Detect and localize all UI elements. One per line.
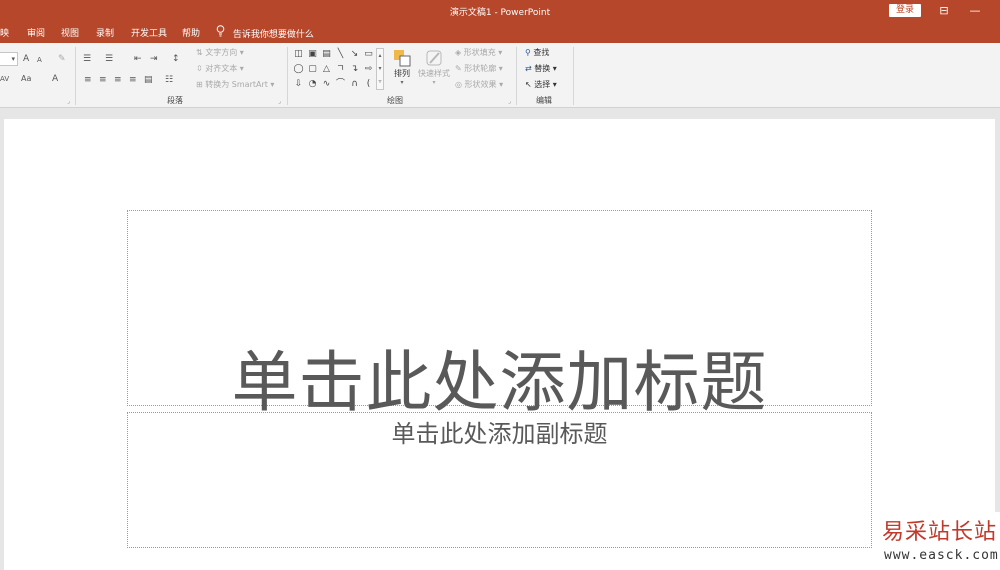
align-right-icon[interactable]: ≡ xyxy=(114,74,122,86)
replace-button[interactable]: ⇄ 替换 ▾ xyxy=(525,63,557,75)
shape-oval-icon[interactable]: ◯ xyxy=(292,63,305,75)
shape-brace-icon[interactable]: ( xyxy=(362,78,375,90)
group-separator xyxy=(573,47,574,105)
arrange-button[interactable]: 排列 ▾ xyxy=(391,48,413,86)
tell-me-label: 告诉我你想要做什么 xyxy=(232,30,314,40)
change-case-icon[interactable]: Aa xyxy=(21,73,31,85)
clear-format-icon[interactable]: ✎ xyxy=(58,53,66,65)
shape-vertical-textbox-icon[interactable]: ▣ xyxy=(306,48,319,60)
shape-arrow-line-icon[interactable]: ↘ xyxy=(348,48,361,60)
gallery-more-icon[interactable]: ▿ xyxy=(377,75,383,88)
numbering-icon[interactable]: ☰ xyxy=(105,53,113,65)
shape-outline-button[interactable]: ✎ 形状轮廓 ▾ xyxy=(455,63,503,75)
text-direction-button[interactable]: ⇅ 文字方向 ▾ xyxy=(196,47,244,59)
search-icon: ⚲ xyxy=(525,48,531,57)
tab-developer[interactable]: 开发工具 xyxy=(131,26,167,39)
shape-rounded-rect-icon[interactable]: ▢ xyxy=(306,63,319,75)
line-spacing-icon[interactable]: ↕ xyxy=(172,53,180,65)
tab-slideshow[interactable]: 映 xyxy=(0,26,9,39)
find-button[interactable]: ⚲ 查找 xyxy=(525,47,549,59)
slide[interactable]: 单击此处添加标题 单击此处添加副标题 xyxy=(4,119,995,570)
shape-rectangle-icon[interactable]: ▭ xyxy=(362,48,375,60)
lightbulb-icon xyxy=(216,25,230,40)
replace-icon: ⇄ xyxy=(525,64,532,73)
shape-textbox2-icon[interactable]: ▤ xyxy=(320,48,333,60)
increase-indent-icon[interactable]: ⇥ xyxy=(150,53,158,65)
text-direction-icon: ⇅ xyxy=(196,48,203,57)
shape-callout-icon[interactable]: ◔ xyxy=(306,78,319,90)
gallery-up-icon[interactable]: ▴ xyxy=(377,49,383,62)
shape-textbox-icon[interactable]: ◫ xyxy=(292,48,305,60)
shape-gallery-scroll[interactable]: ▴ ▾ ▿ xyxy=(376,48,384,90)
align-left-icon[interactable]: ≡ xyxy=(84,74,92,86)
paragraph-group-label: 段落 xyxy=(167,96,183,105)
watermark-url: www.easck.com xyxy=(884,548,999,563)
drawing-group-label: 绘图 xyxy=(387,96,403,105)
justify-icon[interactable]: ≡ xyxy=(129,74,137,86)
shrink-font-icon[interactable]: A xyxy=(37,54,42,66)
font-size-box[interactable]: ▾ xyxy=(0,52,18,66)
gallery-down-icon[interactable]: ▾ xyxy=(377,62,383,75)
title-placeholder-text: 单击此处添加标题 xyxy=(231,344,768,421)
group-separator xyxy=(287,47,288,105)
drawing-dialog-launcher-icon[interactable]: ⌟ xyxy=(508,98,511,105)
pen-icon: ✎ xyxy=(455,64,462,73)
group-separator xyxy=(75,47,76,105)
paint-bucket-icon: ◈ xyxy=(455,48,462,57)
shape-effects-button[interactable]: ◎ 形状效果 ▾ xyxy=(455,79,503,91)
quick-styles-button[interactable]: 快速样式 ▾ xyxy=(416,48,452,86)
convert-smartart-button[interactable]: ⊞ 转换为 SmartArt ▾ xyxy=(196,79,274,91)
login-button[interactable]: 登录 xyxy=(889,4,921,17)
shape-elbow-connector-icon[interactable]: ㄱ xyxy=(334,63,347,75)
tab-help[interactable]: 帮助 xyxy=(182,26,200,39)
shape-down-arrow-icon[interactable]: ⇩ xyxy=(292,78,305,90)
bullets-icon[interactable]: ☰ xyxy=(83,53,91,65)
cursor-icon: ↖ xyxy=(525,80,532,89)
ribbon-tabs: 映 审阅 视图 录制 开发工具 帮助 告诉我你想要做什么 xyxy=(0,22,1000,43)
select-button[interactable]: ↖ 选择 ▾ xyxy=(525,79,557,91)
subtitle-placeholder-text: 单击此处添加副标题 xyxy=(391,420,608,448)
shape-line-icon[interactable]: ╲ xyxy=(334,48,347,60)
title-bar: 演示文稿1 - PowerPoint 登录 ⊟ — xyxy=(0,0,1000,22)
columns-icon[interactable]: ☷ xyxy=(165,74,173,86)
font-dialog-launcher-icon[interactable]: ⌟ xyxy=(67,98,70,105)
align-text-button[interactable]: ⇳ 对齐文本 ▾ xyxy=(196,63,244,75)
title-placeholder[interactable]: 单击此处添加标题 xyxy=(127,210,872,421)
subtitle-placeholder[interactable]: 单击此处添加副标题 xyxy=(127,412,872,548)
watermark-name: 易采站长站 xyxy=(882,520,998,545)
shape-curve-icon[interactable]: ∩ xyxy=(348,78,361,90)
editing-group-label: 编辑 xyxy=(536,96,552,105)
char-spacing-icon[interactable]: AV xyxy=(0,73,9,85)
group-separator xyxy=(516,47,517,105)
tell-me-search[interactable]: 告诉我你想要做什么 xyxy=(216,25,314,40)
grow-font-icon[interactable]: A xyxy=(23,53,29,65)
minimize-button[interactable]: — xyxy=(964,3,986,19)
smartart-icon: ⊞ xyxy=(196,80,203,89)
shape-triangle-icon[interactable]: △ xyxy=(320,63,333,75)
site-watermark: 易采站长站 www.easck.com xyxy=(878,512,1000,570)
shape-elbow-arrow-icon[interactable]: ↴ xyxy=(348,63,361,75)
effects-icon: ◎ xyxy=(455,80,462,89)
ribbon-display-options-icon[interactable]: ⊟ xyxy=(933,3,955,19)
align-center-icon[interactable]: ≡ xyxy=(99,74,107,86)
ribbon: ▾ A A ✎ AV Aa A ⌟ ☰ ☰ ⇤ ⇥ ↕ ≡ ≡ ≡ ≡ ▤ ☷ … xyxy=(0,43,1000,108)
distributed-icon[interactable]: ▤ xyxy=(144,74,153,86)
tab-view[interactable]: 视图 xyxy=(61,26,79,39)
arrange-icon xyxy=(391,48,413,70)
shape-fill-button[interactable]: ◈ 形状填充 ▾ xyxy=(455,47,502,59)
font-color-icon[interactable]: A xyxy=(52,73,58,85)
shape-freeform-icon[interactable]: ∿ xyxy=(320,78,333,90)
align-text-icon: ⇳ xyxy=(196,64,203,73)
decrease-indent-icon[interactable]: ⇤ xyxy=(134,53,142,65)
paragraph-dialog-launcher-icon[interactable]: ⌟ xyxy=(278,98,281,105)
shape-arc-icon[interactable]: ⌒ xyxy=(334,78,347,90)
shape-right-arrow-icon[interactable]: ⇨ xyxy=(362,63,375,75)
tab-review[interactable]: 审阅 xyxy=(27,26,45,39)
quick-styles-icon xyxy=(416,48,452,70)
tab-record[interactable]: 录制 xyxy=(96,26,114,39)
document-title: 演示文稿1 - PowerPoint xyxy=(449,8,551,18)
